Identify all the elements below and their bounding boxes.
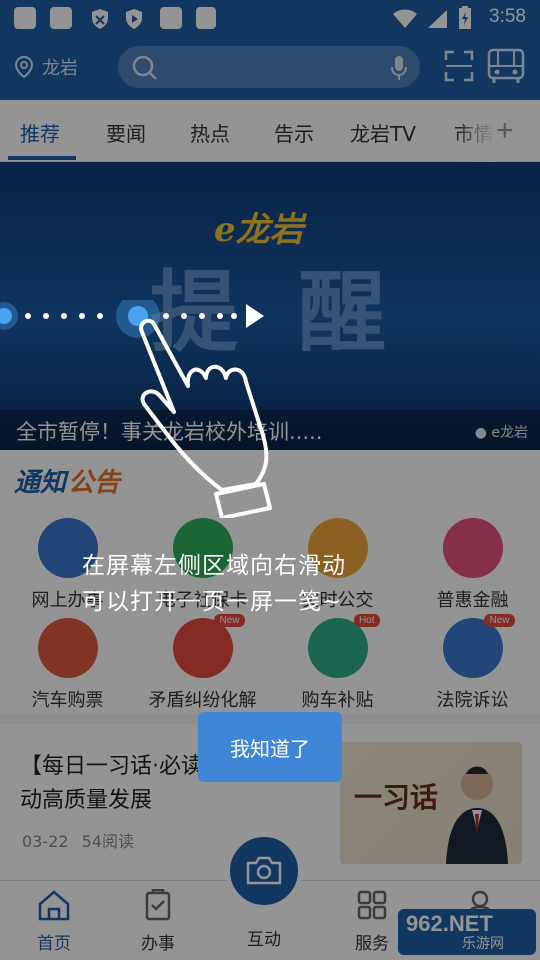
got-it-button[interactable]: 我知道了: [198, 712, 342, 782]
guide-hint: 在屏幕左侧区域向右滑动 可以打开一页一屏一笺~ 我知道了: [0, 0, 540, 960]
hint-line-2: 可以打开一页一屏一笺~: [82, 589, 343, 615]
hint-text: 在屏幕左侧区域向右滑动 可以打开一页一屏一笺~: [82, 548, 346, 620]
hand-pointer-icon: [139, 318, 272, 518]
hint-line-1: 在屏幕左侧区域向右滑动: [82, 553, 346, 579]
